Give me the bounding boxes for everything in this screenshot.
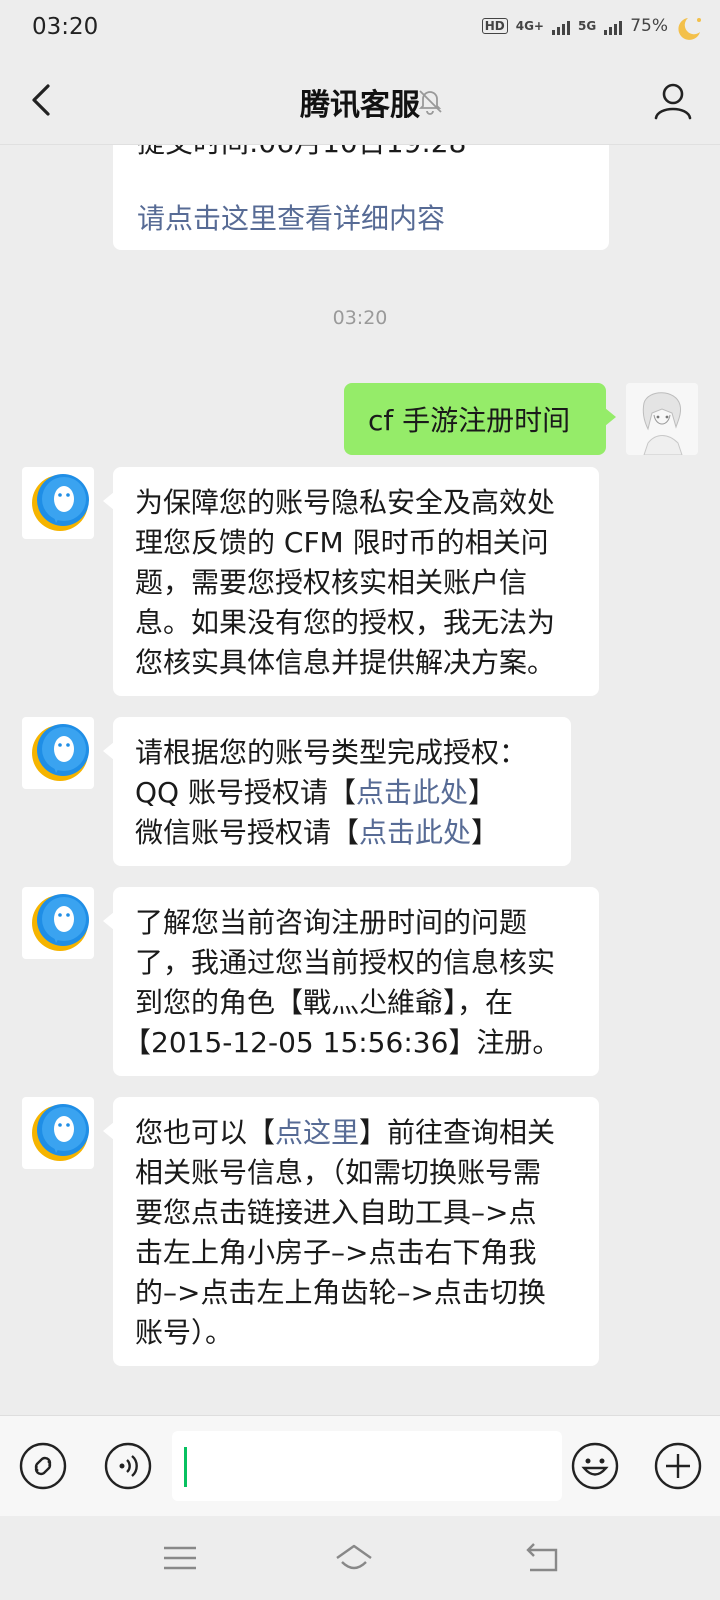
service-message-authorize[interactable]: 请根据您的账号类型完成授权： QQ 账号授权请【点击此处】 微信账号授权请【点击… [103, 717, 571, 866]
anime-avatar-image [626, 383, 698, 455]
message-input[interactable] [172, 1431, 562, 1501]
battery-percent: 75% [630, 16, 668, 36]
authorize-wechat-suffix: 】 [471, 816, 500, 849]
service-message-privacy[interactable]: 为保障您的账号隐私安全及高效处 理您反馈的 CFM 限时币的相关问 题，需要您授… [103, 467, 599, 696]
authorize-line-1: 请根据您的账号类型完成授权： [135, 736, 528, 769]
menu-icon[interactable] [160, 1540, 200, 1576]
mute-bell-icon [418, 90, 442, 115]
qq-service-logo-icon [32, 474, 89, 531]
system-nav-bar [0, 1516, 720, 1600]
authorize-wechat-prefix: 微信账号授权请【 [135, 816, 360, 849]
ticket-detail-link[interactable]: 请点击这里查看详细内容 [137, 199, 445, 239]
privacy-line-1: 为保障您的账号隐私安全及高效处 [135, 486, 556, 519]
add-icon[interactable] [653, 1441, 703, 1491]
register-line-2: 了，我通过您当前授权的信息核实 [135, 946, 556, 979]
privacy-line-4: 息。如果没有您的授权，我无法为 [135, 606, 556, 639]
qq-service-logo-icon [32, 724, 89, 781]
privacy-line-2: 理您反馈的 CFM 限时币的相关问 [135, 526, 549, 559]
ticket-submit-time: 提交时间:06月10日19:28 [137, 145, 466, 163]
status-indicators: HD 4G+ 5G 75% [481, 16, 668, 36]
service-message-switch-account[interactable]: 您也可以【点这里】前往查询相关 相关账号信息，（如需切换账号需 要您点击链接进入… [103, 1097, 599, 1366]
home-icon[interactable] [334, 1540, 374, 1576]
switch-line-5: 的–>点击左上角齿轮–>点击切换 [135, 1276, 546, 1309]
authorize-line-qq: QQ 账号授权请【点击此处】 [135, 773, 549, 813]
service-avatar[interactable] [22, 1097, 94, 1169]
voice-icon[interactable] [103, 1441, 153, 1491]
wechat-authorize-link[interactable]: 点击此处 [359, 816, 471, 849]
service-avatar[interactable] [22, 467, 94, 539]
status-bar: 03:20 HD 4G+ 5G 75% [0, 0, 720, 58]
service-avatar[interactable] [22, 717, 94, 789]
link-icon[interactable] [18, 1441, 68, 1491]
switch-line-6: 账号）。 [135, 1316, 234, 1349]
text-cursor [184, 1447, 187, 1487]
qq-service-logo-icon [32, 894, 89, 951]
message-bubble-ticket[interactable]: 提交时间:06月10日19:28 请点击这里查看详细内容 [113, 145, 609, 250]
service-message-register-time[interactable]: 了解您当前咨询注册时间的问题 了，我通过您当前授权的信息核实 到您的角色【戰灬尐… [103, 887, 599, 1076]
signal-icon-2 [604, 17, 623, 35]
authorize-qq-prefix: QQ 账号授权请【 [135, 776, 356, 809]
chat-messages[interactable]: 提交时间:06月10日19:28 请点击这里查看详细内容 03:20 cf 手游… [0, 145, 720, 1415]
return-icon[interactable] [522, 1540, 562, 1576]
my-message-text: cf 手游注册时间 [368, 404, 571, 437]
switch-line-1-prefix: 您也可以【 [135, 1116, 276, 1149]
chat-title: 腾讯客服 [300, 88, 420, 123]
input-bar [0, 1415, 720, 1516]
switch-line-2: 相关账号信息，（如需切换账号需 [135, 1156, 542, 1189]
service-avatar[interactable] [22, 887, 94, 959]
chat-header: 腾讯客服 [0, 58, 720, 145]
my-avatar[interactable] [626, 383, 698, 455]
qq-authorize-link[interactable]: 点击此处 [356, 776, 468, 809]
register-line-3: 到您的角色【戰灬尐維爺】，在 [135, 986, 514, 1019]
profile-icon[interactable] [650, 78, 696, 124]
status-time: 03:20 [32, 14, 99, 40]
network-4g-label: 4G+ [515, 19, 544, 33]
network-5g-label: 5G [578, 19, 597, 33]
night-mode-icon [678, 18, 701, 40]
register-line-1: 了解您当前咨询注册时间的问题 [135, 906, 528, 939]
register-line-4: 【2015-12-05 15:56:36】注册。 [123, 1026, 561, 1059]
emoji-icon[interactable] [570, 1441, 620, 1491]
switch-line-1: 您也可以【点这里】前往查询相关 [135, 1113, 577, 1153]
signal-icon [552, 17, 570, 35]
message-timestamp: 03:20 [332, 307, 388, 329]
privacy-line-3: 题，需要您授权核实相关账户信 [135, 566, 528, 599]
switch-line-4: 击左上角小房子–>点击右下角我 [135, 1236, 537, 1269]
query-link[interactable]: 点这里 [275, 1116, 359, 1149]
qq-service-logo-icon [32, 1104, 89, 1161]
switch-line-3: 要您点击链接进入自助工具–>点 [135, 1196, 537, 1229]
switch-line-1-suffix: 】前往查询相关 [359, 1116, 556, 1149]
hd-indicator: HD [481, 18, 508, 34]
authorize-qq-suffix: 】 [468, 776, 497, 809]
privacy-line-5: 您核实具体信息并提供解决方案。 [135, 646, 556, 679]
my-message-bubble[interactable]: cf 手游注册时间 [344, 383, 616, 455]
authorize-line-wechat: 微信账号授权请【点击此处】 [135, 813, 549, 853]
